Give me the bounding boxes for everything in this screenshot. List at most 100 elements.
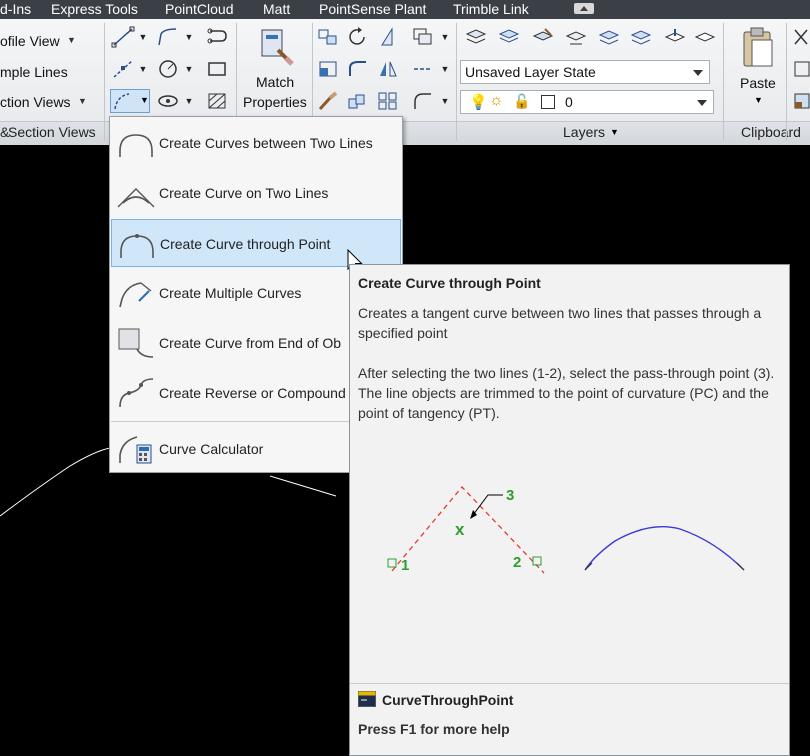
move-tool-icon[interactable] <box>315 25 341 49</box>
menu-pointsense-plant[interactable]: PointSense Plant <box>319 1 426 17</box>
curve-tool-icon[interactable] <box>204 25 230 49</box>
menu-addins[interactable]: d-Ins <box>0 1 31 17</box>
view-tool-icon[interactable] <box>155 89 181 113</box>
match-properties-label[interactable]: Match <box>256 74 294 90</box>
rectangle-tool-icon[interactable] <box>204 57 230 81</box>
polyline-tool-icon[interactable] <box>155 25 181 49</box>
layer-states-icon[interactable] <box>496 25 522 49</box>
circle-tool-icon[interactable] <box>155 57 181 81</box>
tooltip-description: Creates a tangent curve between two line… <box>358 305 762 341</box>
rotate-tool-icon[interactable] <box>345 25 371 49</box>
chevron-down-icon[interactable]: ▼ <box>138 26 148 48</box>
layer-state-value: Unsaved Layer State <box>465 64 596 80</box>
layer-properties-icon[interactable] <box>463 25 489 49</box>
layer-walk-icon[interactable] <box>563 25 589 49</box>
light-bulb-icon[interactable]: 💡 <box>469 93 488 111</box>
curve-on-two-lines-icon <box>117 188 155 208</box>
chevron-down-icon[interactable]: ▼ <box>754 95 763 105</box>
menu-bar: d-Ins Express Tools PointCloud Matt Poin… <box>0 0 810 19</box>
drawn-line <box>269 475 337 497</box>
points-tool-icon[interactable] <box>110 57 136 81</box>
diagram-pass-point-x: x <box>455 520 465 539</box>
paste-label[interactable]: Paste <box>740 75 776 91</box>
panel-title-clipboard: Clipboard <box>741 124 801 140</box>
layer-name: 0 <box>565 94 573 110</box>
reverse-compound-curve-icon <box>119 378 154 408</box>
tooltip-divider <box>350 683 789 684</box>
match-properties-label-2[interactable]: Properties <box>243 94 307 110</box>
panel-divider <box>456 23 457 141</box>
tooltip-command-name: CurveThroughPoint <box>382 692 514 708</box>
fillet-tool-icon[interactable] <box>345 57 371 81</box>
chevron-down-icon[interactable]: ▼ <box>440 58 450 80</box>
layer-state-select[interactable]: Unsaved Layer State <box>460 60 710 84</box>
menu-item-create-curve-on-two-lines[interactable]: Create Curve on Two Lines <box>111 169 401 217</box>
cut-icon[interactable] <box>790 25 810 49</box>
section-views-item[interactable]: ction Views <box>0 94 71 110</box>
ribbon-toggle-icon[interactable] <box>574 3 594 14</box>
profile-view-item[interactable]: ofile View <box>0 33 60 49</box>
menu-pointcloud[interactable]: PointCloud <box>165 1 234 17</box>
match-properties-icon[interactable] <box>257 25 295 66</box>
extend-tool-icon[interactable] <box>410 57 436 81</box>
chevron-down-icon[interactable]: ▼ <box>138 58 148 80</box>
panel-title-layers[interactable]: Layers <box>563 124 605 140</box>
layer-select[interactable]: 💡 ☼ 🔓 0 <box>460 90 714 114</box>
chevron-down-icon[interactable]: ▼ <box>440 26 450 48</box>
chevron-down-icon[interactable]: ▼ <box>78 96 87 106</box>
curve-between-lines-icon <box>119 134 153 157</box>
chevron-down-icon[interactable]: ▼ <box>440 90 450 112</box>
paste-icon[interactable] <box>739 25 777 69</box>
copy-tool-icon[interactable] <box>410 25 436 49</box>
copy-clip-icon[interactable] <box>790 57 810 81</box>
menu-item-label: Curve Calculator <box>159 441 264 457</box>
mirror-tool-icon[interactable] <box>375 57 401 81</box>
curve-through-point-diagram: 1 2 3 x <box>387 486 745 574</box>
color-swatch[interactable] <box>541 95 555 109</box>
panel-divider <box>104 23 105 141</box>
curve-through-point-icon <box>120 234 154 258</box>
menu-item-label: Create Curve from End of Ob <box>159 335 342 351</box>
brush-tool-icon[interactable] <box>315 89 341 113</box>
array-tool-icon[interactable] <box>345 89 371 113</box>
layer-delete-icon[interactable] <box>628 25 654 49</box>
layer-iso-icon[interactable] <box>530 25 556 49</box>
hatch-tool-icon[interactable] <box>204 89 230 113</box>
line-tool-icon[interactable] <box>110 25 136 49</box>
sun-icon[interactable]: ☼ <box>489 92 504 110</box>
menu-item-label: Create Curve through Point <box>160 236 331 252</box>
chevron-down-icon[interactable]: ▼ <box>610 127 619 137</box>
chevron-down-icon <box>693 70 703 76</box>
menu-express-tools[interactable]: Express Tools <box>51 1 138 17</box>
panel-title-section-views: Section Views <box>8 124 96 140</box>
diagram-label-1: 1 <box>401 557 409 574</box>
trim-tool-icon[interactable] <box>375 25 401 49</box>
grid-array-icon[interactable] <box>375 89 401 113</box>
diagram-result-curve <box>584 526 745 571</box>
menu-item-create-curves-between-two-lines[interactable]: Create Curves between Two Lines <box>111 119 401 167</box>
chevron-down-icon[interactable]: ▼ <box>184 90 194 112</box>
panel-divider <box>723 23 724 141</box>
layer-freeze-icon[interactable] <box>662 25 688 49</box>
chevron-down-icon[interactable]: ▼ <box>67 35 76 45</box>
sample-lines-item[interactable]: mple Lines <box>0 64 68 80</box>
command-tooltip: Create Curve through Point Creates a tan… <box>349 264 790 756</box>
diagram-point-2-marker <box>532 556 542 566</box>
unlock-icon[interactable]: 🔓 <box>513 93 530 110</box>
arc-tool-icon[interactable] <box>410 89 436 113</box>
curves-dropdown-button[interactable]: ▼ <box>110 89 150 113</box>
layer-lock-icon[interactable] <box>692 25 718 49</box>
menu-matt[interactable]: Matt <box>263 1 290 17</box>
tooltip-title: Create Curve through Point <box>358 275 541 291</box>
layer-merge-icon[interactable] <box>596 25 622 49</box>
diagram-leader-arrow <box>472 494 503 516</box>
chevron-down-icon[interactable]: ▼ <box>184 58 194 80</box>
drawn-curve <box>0 447 111 517</box>
chevron-down-icon <box>697 100 707 106</box>
menu-trimble-link[interactable]: Trimble Link <box>453 1 529 17</box>
chevron-down-icon[interactable]: ▼ <box>184 26 194 48</box>
menu-item-label: Create Curve on Two Lines <box>159 185 329 201</box>
copy-base-icon[interactable] <box>790 89 810 113</box>
tooltip-detail: After selecting the two lines (1-2), sel… <box>358 365 775 421</box>
stretch-tool-icon[interactable] <box>315 57 341 81</box>
